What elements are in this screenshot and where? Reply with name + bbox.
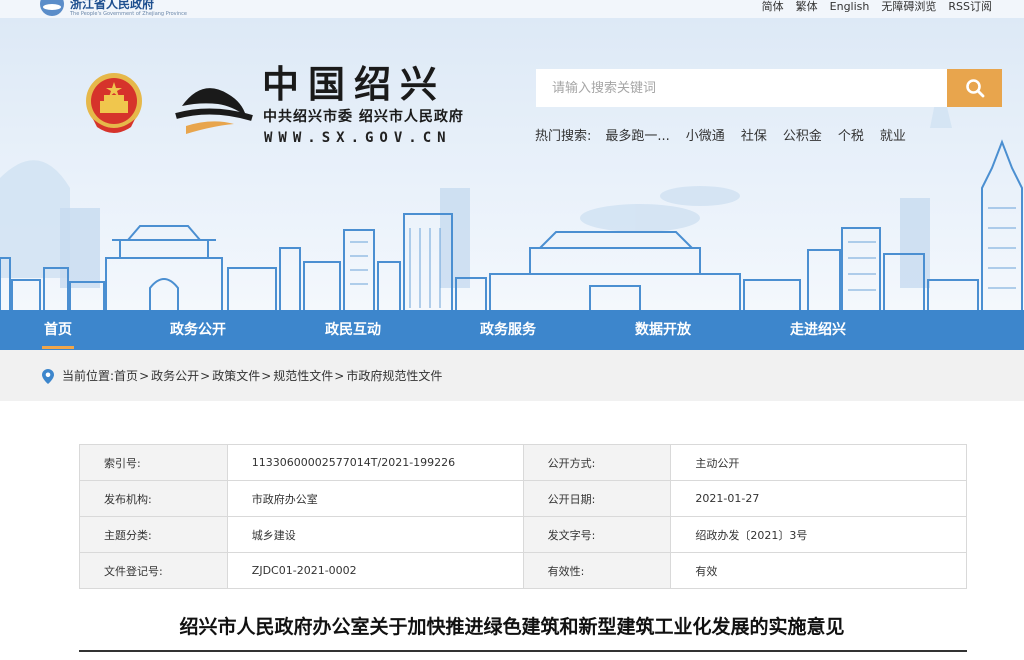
hot-term[interactable]: 小微通 (686, 129, 725, 145)
nav-services[interactable]: 政务服务 (480, 310, 536, 350)
info-key: 有效性: (522, 552, 672, 589)
header-banner: 中国绍兴 中共绍兴市委 绍兴市人民政府 WWW.SX.GOV.CN 热门搜索: … (0, 18, 1024, 310)
map-pin-icon (42, 368, 54, 384)
table-row: 索引号: 11330600002577014T/2021-199226 公开方式… (79, 444, 967, 481)
hot-term[interactable]: 就业 (880, 129, 906, 145)
simplified-chinese-link[interactable]: 简体 (762, 0, 784, 13)
province-logo-icon (40, 0, 64, 16)
info-key: 文件登记号: (79, 552, 228, 589)
english-link[interactable]: English (830, 0, 870, 13)
nav-about-shaoxing[interactable]: 走进绍兴 (790, 310, 846, 350)
breadcrumb-normative-documents[interactable]: 规范性文件 (273, 368, 333, 384)
nav-home[interactable]: 首页 (42, 310, 74, 350)
info-key: 发布机构: (79, 480, 228, 517)
title-divider (79, 650, 967, 652)
traditional-chinese-link[interactable]: 繁体 (796, 0, 818, 13)
document-title: 绍兴市人民政府办公室关于加快推进绿色建筑和新型建筑工业化发展的实施意见 (179, 616, 845, 638)
nav-government-affairs[interactable]: 政务公开 (170, 310, 226, 350)
rss-link[interactable]: RSS订阅 (948, 0, 992, 13)
info-key: 公开日期: (522, 480, 672, 517)
info-value: 11330600002577014T/2021-199226 (226, 444, 524, 481)
breadcrumb-policy-documents[interactable]: 政策文件 (212, 368, 260, 384)
top-strip: 浙江省人民政府 The People's Government of Zheji… (0, 0, 1024, 18)
search-input[interactable] (536, 69, 947, 107)
breadcrumb-home[interactable]: 首页 (114, 368, 138, 384)
search-button[interactable] (947, 69, 1002, 107)
hot-search-label: 热门搜索: (535, 129, 592, 144)
province-link[interactable]: 浙江省人民政府 The People's Government of Zheji… (40, 0, 187, 17)
national-emblem-icon (86, 73, 142, 133)
city-skyline-illustration (0, 78, 1023, 310)
info-key: 发文字号: (522, 516, 672, 553)
accessibility-link[interactable]: 无障碍浏览 (881, 0, 936, 13)
hot-term[interactable]: 社保 (741, 129, 767, 145)
breadcrumb: 当前位置: 首页 > 政务公开 > 政策文件 > 规范性文件 > 市政府规范性文… (42, 368, 442, 384)
document-info-table: 索引号: 11330600002577014T/2021-199226 公开方式… (79, 444, 967, 589)
info-key: 索引号: (79, 444, 228, 481)
info-value: 绍政办发〔2021〕3号 (670, 516, 967, 553)
site-subtitle: 中共绍兴市委 绍兴市人民政府 (263, 109, 464, 125)
search-bar (536, 69, 1002, 107)
hot-term[interactable]: 公积金 (783, 129, 822, 145)
city-logo-icon (175, 88, 253, 134)
main-nav: 首页 政务公开 政民互动 政务服务 数据开放 走进绍兴 (0, 310, 1024, 350)
info-value: 有效 (670, 552, 967, 589)
info-value: 主动公开 (670, 444, 967, 481)
table-row: 发布机构: 市政府办公室 公开日期: 2021-01-27 (79, 480, 967, 517)
province-en-name: The People's Government of Zhejiang Prov… (70, 11, 187, 17)
top-links: 简体 繁体 English 无障碍浏览 RSS订阅 (762, 0, 992, 13)
info-value: 市政府办公室 (226, 480, 524, 517)
info-key: 公开方式: (522, 444, 672, 481)
info-value: ZJDC01-2021-0002 (226, 552, 524, 589)
breadcrumb-city-normative-documents[interactable]: 市政府规范性文件 (346, 368, 442, 384)
hot-search: 热门搜索: 最多跑一... 小微通 社保 公积金 个税 就业 (535, 129, 906, 145)
info-value: 2021-01-27 (670, 480, 967, 517)
breadcrumb-government-affairs[interactable]: 政务公开 (151, 368, 199, 384)
table-row: 文件登记号: ZJDC01-2021-0002 有效性: 有效 (79, 552, 967, 589)
info-key: 主题分类: (79, 516, 228, 553)
nav-open-data[interactable]: 数据开放 (635, 310, 691, 350)
province-name: 浙江省人民政府 (70, 0, 155, 11)
info-value: 城乡建设 (226, 516, 524, 553)
nav-interaction[interactable]: 政民互动 (325, 310, 381, 350)
site-title: 中国绍兴 (262, 62, 446, 106)
magnifier-icon (965, 79, 984, 98)
table-row: 主题分类: 城乡建设 发文字号: 绍政办发〔2021〕3号 (79, 516, 967, 553)
hot-term[interactable]: 个税 (838, 129, 864, 145)
site-url: WWW.SX.GOV.CN (264, 130, 452, 146)
breadcrumb-prefix: 当前位置: (62, 369, 115, 383)
hot-term[interactable]: 最多跑一... (605, 129, 669, 145)
breadcrumb-bar: 当前位置: 首页 > 政务公开 > 政策文件 > 规范性文件 > 市政府规范性文… (0, 350, 1024, 401)
